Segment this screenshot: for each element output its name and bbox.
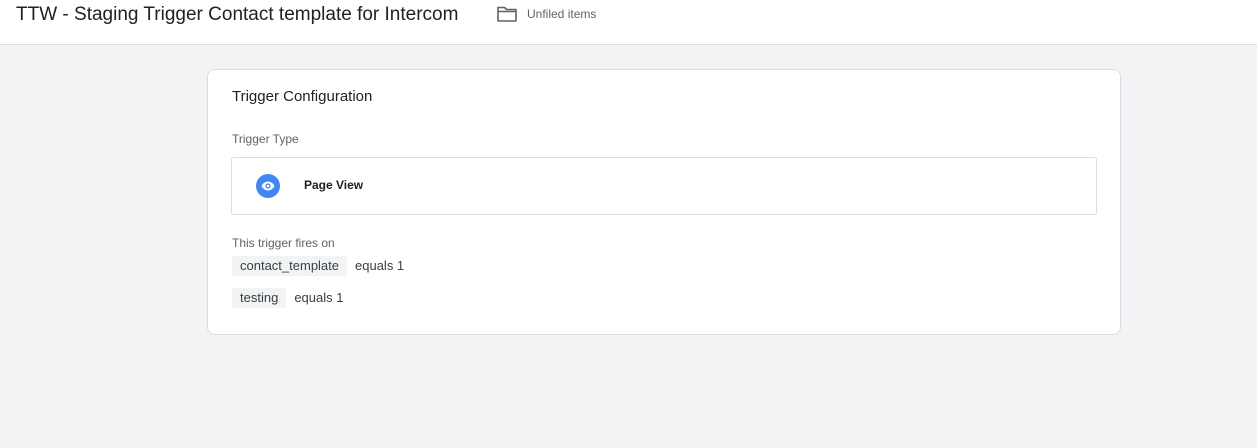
condition-row: contact_template equals 1 [232,256,404,276]
condition-operator-value: equals 1 [355,258,405,273]
condition-variable-chip: testing [232,288,287,308]
trigger-type-name: Page View [304,178,364,192]
top-header: TTW - Staging Trigger Contact template f… [0,0,1257,45]
trigger-configuration-card[interactable]: Trigger Configuration Trigger Type Page … [207,69,1121,335]
folder-icon[interactable] [496,5,518,23]
condition-variable-chip: contact_template [232,256,348,276]
condition-operator-value: equals 1 [294,290,344,305]
card-title: Trigger Configuration [232,88,373,105]
trigger-type-label: Trigger Type [232,132,299,146]
trigger-name-title[interactable]: TTW - Staging Trigger Contact template f… [16,4,458,26]
fires-on-label: This trigger fires on [232,236,335,250]
condition-row: testing equals 1 [232,288,343,308]
folder-label[interactable]: Unfiled items [527,7,596,21]
eye-icon [256,174,280,198]
trigger-type-selector[interactable]: Page View [231,157,1097,215]
